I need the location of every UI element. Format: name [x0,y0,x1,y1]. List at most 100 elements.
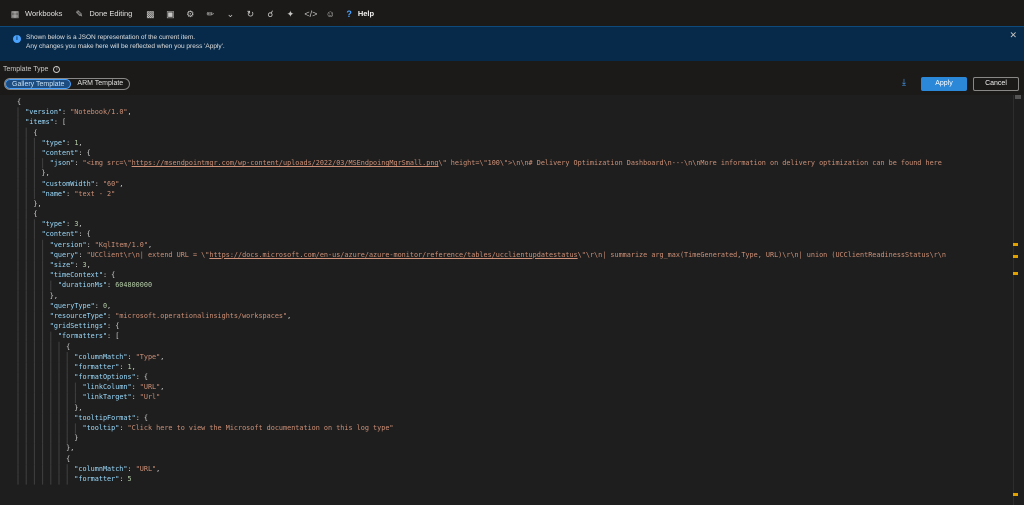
code-token: "content" [41,230,79,239]
info-icon: i [13,35,21,43]
code-token: : { [102,271,116,280]
chevron-down-icon[interactable]: ⌄ [224,8,236,20]
code-token: "tooltip" [82,424,120,432]
code-line: "query": "UCClient\r\n| extend URL = \"h… [17,250,1012,260]
code-token: { [17,128,38,137]
smiley-icon[interactable]: ☺ [324,8,336,20]
code-token: , [160,352,165,361]
code-line: }, [17,443,1012,453]
banner-line-2: Any changes you make here will be reflec… [26,43,225,50]
code-token: \"\r\n| summarize arg_max(TimeGenerated,… [577,250,946,259]
code-line: "customWidth": "60", [17,179,1012,189]
code-icon[interactable]: </> [304,8,317,20]
code-line: "columnMatch": "URL", [17,464,1012,474]
gear-icon[interactable]: ⚙ [184,8,196,20]
save-icon[interactable]: ▩ [144,8,156,20]
download-icon[interactable]: ⤓ [899,77,909,87]
code-token: { [17,210,38,219]
code-token: : { [135,373,148,382]
code-token: { [17,454,71,463]
code-line: "tooltipFormat": { [17,413,1012,423]
code-token: "formatOptions" [74,373,136,382]
code-token: : [ [107,332,120,341]
scrollbar-thumb[interactable] [1015,95,1021,99]
code-token: \" height=\"100\">\n\n# Delivery Optimiz… [438,159,942,168]
code-token: : { [135,413,148,422]
code-token: "size" [49,261,75,269]
code-token: { [17,342,71,351]
code-token: "Type" [135,352,161,361]
code-token: , [78,220,83,229]
code-token: : [94,301,103,310]
code-line: "version": "Notebook/1.0", [17,107,1012,117]
code-line: }, [17,403,1012,413]
code-token: "type" [41,138,67,147]
pin-icon[interactable]: ✦ [284,8,296,20]
code-token: "timeContext" [49,271,103,280]
code-line: { [17,454,1012,464]
code-line: "content": { [17,148,1012,158]
code-token: "KqlItem/1.0" [94,240,148,249]
code-token: : { [107,322,120,331]
scroll-marker [1013,493,1018,496]
code-token: "columnMatch" [74,464,128,473]
code-token: : { [78,148,91,157]
code-line: "type": 1, [17,138,1012,148]
code-token: }, [17,199,42,208]
code-token: , [160,383,165,392]
code-line: "durationMs": 604800000 [17,280,1012,290]
workbooks-button[interactable]: ▦ Workbooks [10,9,63,19]
done-editing-label: Done Editing [89,9,133,18]
code-line: "linkTarget": "Url" [17,392,1012,402]
code-line: "formatter": 5 [17,474,1012,484]
code-token: : { [78,230,91,239]
code-token: , [131,362,136,371]
code-token: "text - 2" [74,189,116,198]
cancel-button[interactable]: Cancel [973,77,1019,91]
code-token: "resourceType" [49,311,108,320]
help-button[interactable]: ? Help [346,9,374,19]
apply-button[interactable]: Apply [921,77,967,91]
code-token: "UCClient\r\n| extend URL = \" [86,250,210,259]
code-token: "Click here to view the Microsoft docume… [127,424,394,432]
arm-template-option[interactable]: ARM Template [71,79,129,89]
code-token: } [17,434,79,443]
json-editor[interactable]: { "version": "Notebook/1.0", "items": [ … [0,95,1024,505]
vertical-scrollbar[interactable] [1013,95,1024,505]
code-token: "formatter" [74,362,120,371]
code-area[interactable]: { "version": "Notebook/1.0", "items": [ … [17,97,1012,484]
done-editing-button[interactable]: ✎ Done Editing [74,9,133,19]
pencil-icon[interactable]: ✏ [204,8,216,20]
code-token: : [127,464,136,473]
code-token: "name" [41,189,67,198]
workbooks-label: Workbooks [25,9,63,18]
code-line: "formatter": 1, [17,362,1012,372]
code-token: , [86,261,91,269]
info-circle-icon[interactable]: i [53,66,61,73]
code-token: 604800000 [115,281,153,290]
refresh-icon[interactable]: ↻ [244,8,256,20]
code-line: { [17,209,1012,219]
share-icon[interactable]: ☌ [264,8,276,20]
code-line: } [17,433,1012,443]
gallery-template-option[interactable]: Gallery Template [5,79,72,89]
close-icon[interactable]: ✕ [1009,30,1017,41]
save-as-icon[interactable]: ▣ [164,8,176,20]
code-line: "linkColumn": "URL", [17,382,1012,392]
